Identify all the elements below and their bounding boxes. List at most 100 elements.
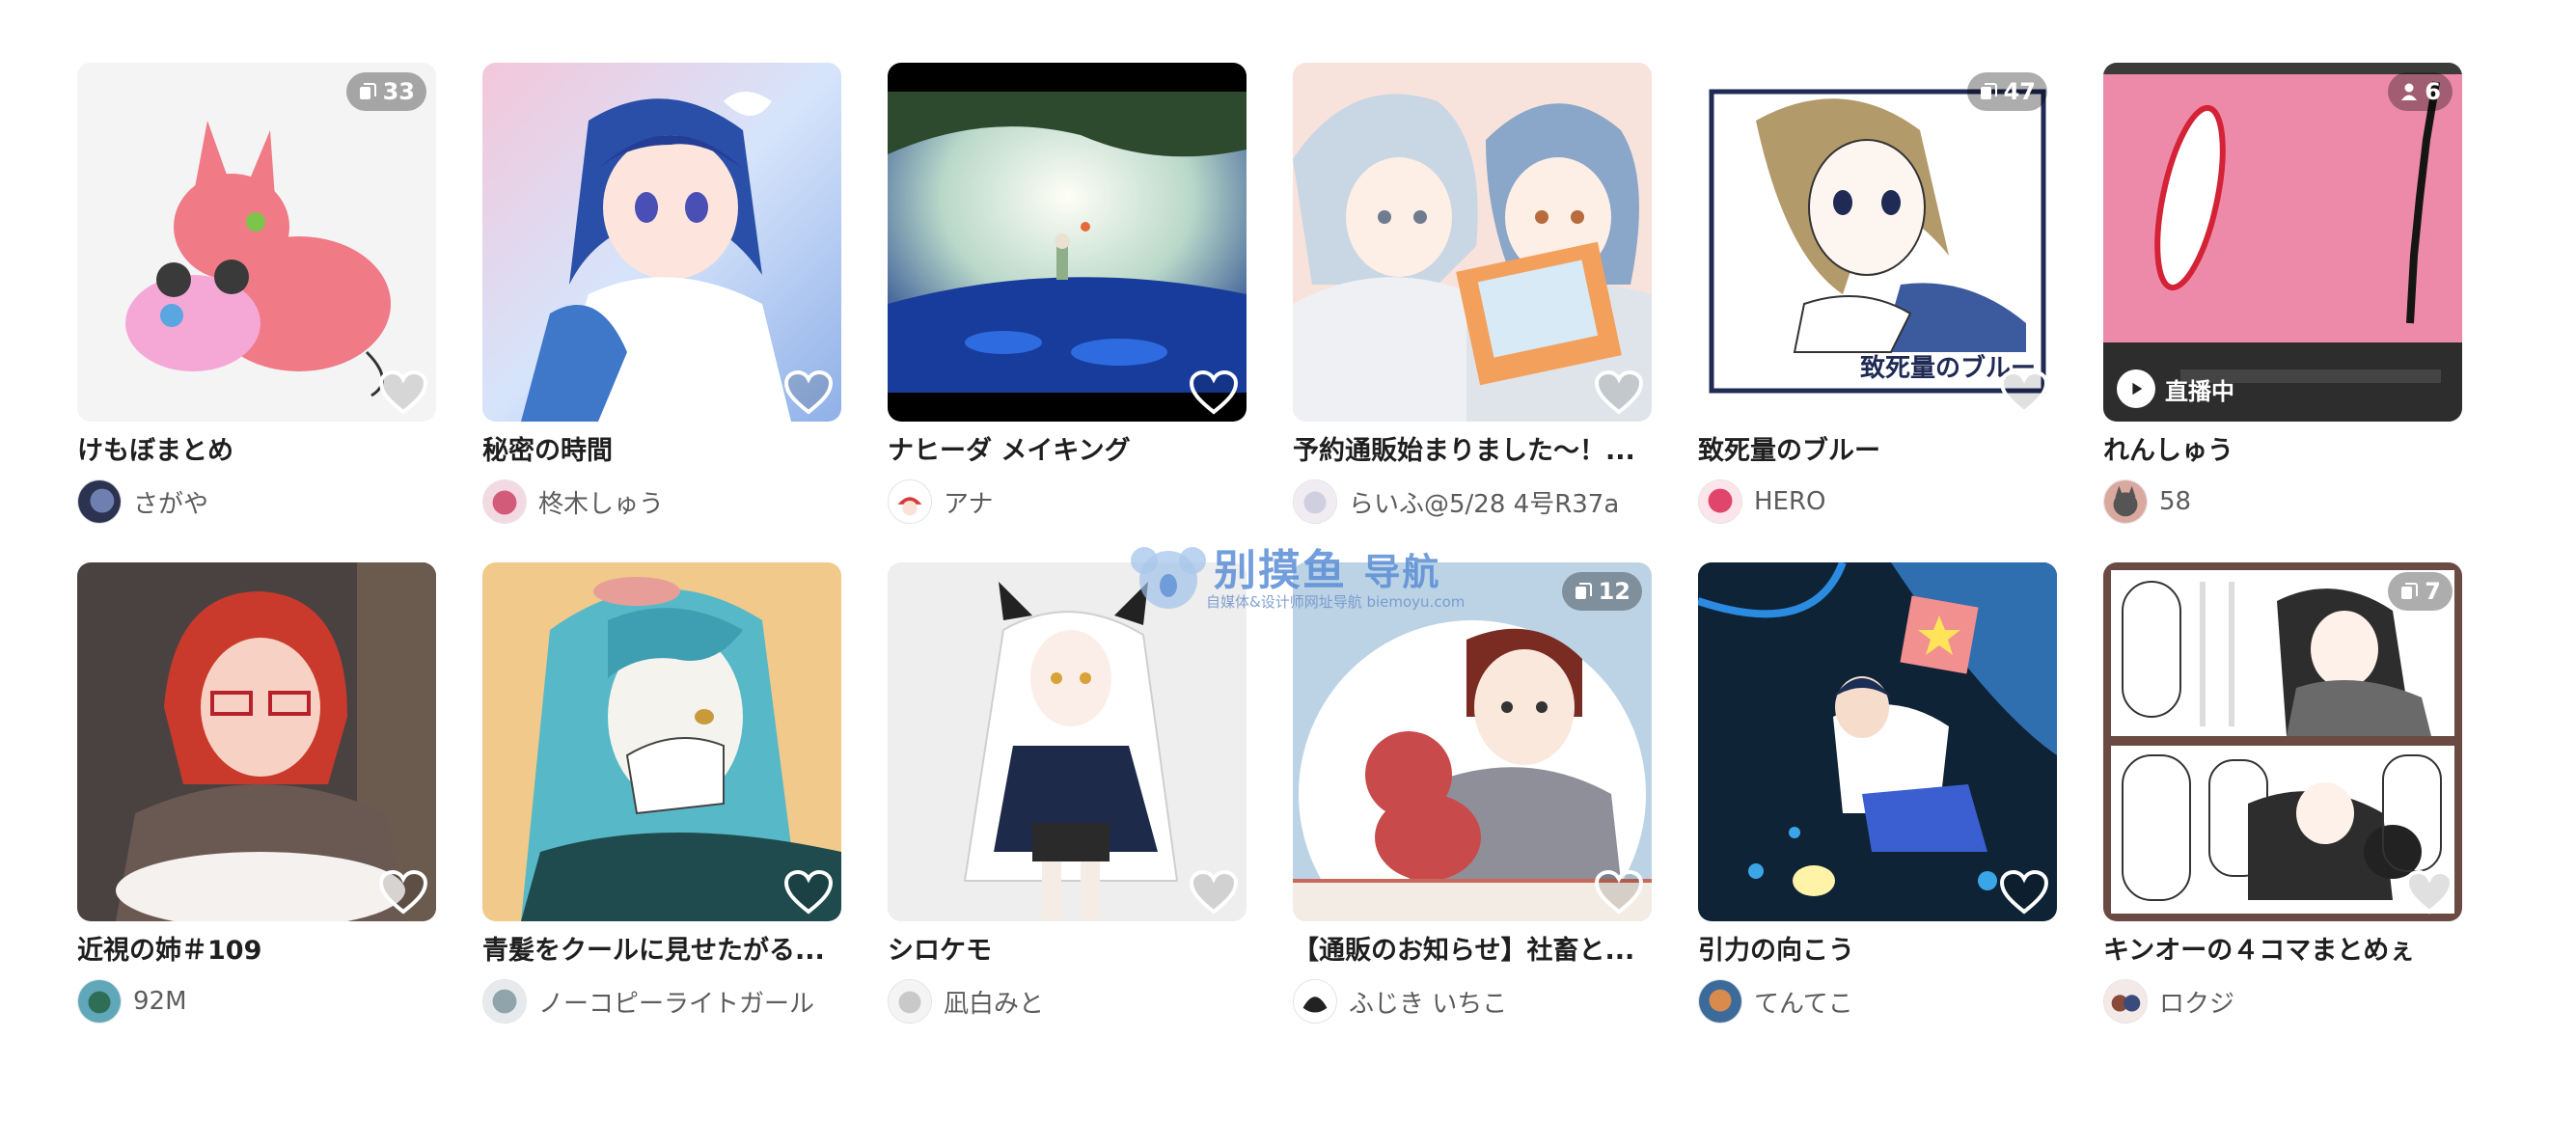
author-name: 58 <box>2159 487 2192 516</box>
live-label: 直播中 <box>2165 377 2234 405</box>
artwork-thumbnail[interactable] <box>482 63 841 422</box>
artwork-card[interactable]: 6 直播中 れんしゅう 58 <box>2103 63 2462 524</box>
author-name: 凪白みと <box>944 989 1045 1019</box>
author-avatar <box>482 479 527 524</box>
author-link[interactable]: てんてこ <box>1698 979 2057 1024</box>
artwork-card[interactable]: 予約通販始まりました～！... らいふ@5/28 4号R37a <box>1293 63 1652 524</box>
artwork-title[interactable]: シロケモ <box>888 933 1247 970</box>
artwork-card[interactable]: 青髪をクールに見せたがる... ノーコピーライトガール <box>482 562 841 1024</box>
artwork-image <box>1698 562 2057 921</box>
artwork-image <box>482 63 841 422</box>
author-avatar <box>888 979 932 1024</box>
page-count: 12 <box>1598 578 1631 605</box>
artwork-image <box>1293 562 1652 921</box>
artwork-title[interactable]: けもぼまとめ <box>77 433 436 470</box>
page-count-badge: 47 <box>1966 72 2047 111</box>
author-link[interactable]: ロクジ <box>2103 979 2462 1024</box>
author-link[interactable]: 柊木しゅう <box>482 479 841 524</box>
artwork-thumbnail[interactable]: 6 直播中 <box>2103 63 2462 422</box>
author-avatar <box>77 979 122 1024</box>
author-link[interactable]: 92M <box>77 979 436 1024</box>
viewer-count: 6 <box>2425 78 2441 105</box>
like-heart-icon[interactable] <box>1189 369 1239 416</box>
artwork-image <box>482 562 841 921</box>
artwork-image <box>2103 562 2462 921</box>
artwork-thumbnail[interactable]: 12 <box>1293 562 1652 921</box>
author-name: ふじき いちこ <box>1349 989 1508 1019</box>
artwork-image: 致死量のブルー <box>1698 63 2057 422</box>
artwork-title[interactable]: 引力の向こう <box>1698 933 2057 970</box>
artwork-image <box>888 562 1247 921</box>
artwork-title[interactable]: 致死量のブルー <box>1698 433 2057 470</box>
artwork-thumbnail[interactable] <box>888 562 1247 921</box>
author-avatar <box>77 479 122 524</box>
author-avatar <box>888 479 932 524</box>
author-link[interactable]: さがや <box>77 479 436 524</box>
author-avatar <box>482 979 527 1024</box>
author-name: 柊木しゅう <box>538 489 665 519</box>
like-heart-icon[interactable] <box>378 869 428 916</box>
artwork-title[interactable]: ナヒーダ メイキング <box>888 433 1247 470</box>
author-link[interactable]: 58 <box>2103 479 2462 524</box>
author-avatar <box>1293 979 1337 1024</box>
artwork-image <box>77 562 436 921</box>
artwork-title[interactable]: 青髪をクールに見せたがる... <box>482 933 841 970</box>
artwork-card[interactable]: 致死量のブルー 47 致死量のブルー HERO <box>1698 63 2057 524</box>
author-avatar <box>1698 979 1742 1024</box>
artwork-card[interactable]: 引力の向こう てんてこ <box>1698 562 2057 1024</box>
author-name: さがや <box>133 489 209 519</box>
author-name: てんてこ <box>1754 989 1853 1019</box>
author-link[interactable]: HERO <box>1698 479 2057 524</box>
author-link[interactable]: ノーコピーライトガール <box>482 979 841 1024</box>
artwork-thumbnail[interactable] <box>1293 63 1652 422</box>
page-count-badge: 12 <box>1561 572 1642 611</box>
artwork-title[interactable]: れんしゅう <box>2103 433 2462 470</box>
artwork-title[interactable]: 【通販のお知らせ】社畜と... <box>1293 933 1652 970</box>
like-heart-icon[interactable] <box>1594 869 1644 916</box>
like-heart-icon[interactable] <box>1189 869 1239 916</box>
author-link[interactable]: らいふ@5/28 4号R37a <box>1293 479 1652 524</box>
page-count: 7 <box>2425 578 2441 605</box>
page-count: 47 <box>2003 78 2036 105</box>
live-indicator[interactable]: 直播中 <box>2117 369 2234 408</box>
author-link[interactable]: 凪白みと <box>888 979 1247 1024</box>
artwork-card[interactable]: 12 【通販のお知らせ】社畜と... ふじき いちこ <box>1293 562 1652 1024</box>
like-heart-icon[interactable] <box>783 869 834 916</box>
artwork-thumbnail[interactable]: 33 <box>77 63 436 422</box>
artwork-image <box>1293 63 1652 422</box>
artwork-thumbnail[interactable] <box>482 562 841 921</box>
viewer-count-badge: 6 <box>2388 72 2453 111</box>
artwork-image <box>77 63 436 422</box>
artwork-thumbnail[interactable]: 7 <box>2103 562 2462 921</box>
play-icon <box>2117 369 2155 408</box>
person-icon <box>2401 83 2418 100</box>
artwork-card[interactable]: 7 キンオーの４コマまとめぇ ロクジ <box>2103 562 2462 1024</box>
like-heart-icon[interactable] <box>1999 369 2049 416</box>
artwork-title[interactable]: キンオーの４コマまとめぇ <box>2103 933 2462 970</box>
like-heart-icon[interactable] <box>2404 869 2454 916</box>
artwork-grid: 33 けもぼまとめ さがや 秘密の時間 柊木しゅう ナヒーダ メイキング アナ … <box>77 63 2462 1024</box>
author-name: HERO <box>1754 487 1826 516</box>
artwork-thumbnail[interactable] <box>1698 562 2057 921</box>
like-heart-icon[interactable] <box>1999 869 2049 916</box>
artwork-title[interactable]: 近視の姉＃109 <box>77 933 436 970</box>
artwork-thumbnail[interactable]: 致死量のブルー 47 <box>1698 63 2057 422</box>
artwork-card[interactable]: ナヒーダ メイキング アナ <box>888 63 1247 524</box>
artwork-thumbnail[interactable] <box>888 63 1247 422</box>
artwork-card[interactable]: シロケモ 凪白みと <box>888 562 1247 1024</box>
author-name: 92M <box>133 987 187 1016</box>
like-heart-icon[interactable] <box>1594 369 1644 416</box>
author-name: アナ <box>944 489 994 519</box>
artwork-title[interactable]: 予約通販始まりました～！... <box>1293 433 1652 470</box>
artwork-title[interactable]: 秘密の時間 <box>482 433 841 470</box>
pages-icon <box>1575 583 1592 599</box>
author-name: ノーコピーライトガール <box>538 989 815 1019</box>
like-heart-icon[interactable] <box>378 369 428 416</box>
artwork-thumbnail[interactable] <box>77 562 436 921</box>
like-heart-icon[interactable] <box>783 369 834 416</box>
author-link[interactable]: ふじき いちこ <box>1293 979 1652 1024</box>
artwork-card[interactable]: 33 けもぼまとめ さがや <box>77 63 436 524</box>
artwork-card[interactable]: 近視の姉＃109 92M <box>77 562 436 1024</box>
artwork-card[interactable]: 秘密の時間 柊木しゅう <box>482 63 841 524</box>
author-link[interactable]: アナ <box>888 479 1247 524</box>
